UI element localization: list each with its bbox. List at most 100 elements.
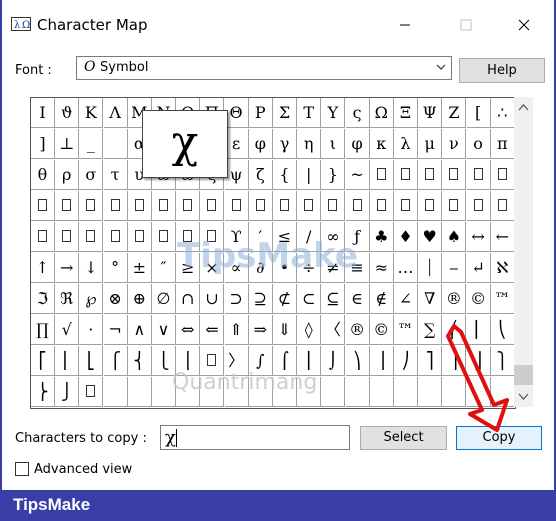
character-cell[interactable]: ⊂ [297,284,322,314]
character-cell[interactable] [103,129,128,159]
character-cell[interactable]: ∩ [176,284,201,314]
character-cell[interactable] [442,191,467,221]
character-cell[interactable]: _ [79,129,104,159]
character-cell[interactable]: Θ [224,98,249,128]
character-cell[interactable] [273,191,297,221]
character-cell[interactable]: ™ [394,315,418,345]
character-cell[interactable]: ⎟ [369,346,394,376]
character-cell[interactable]: ⇒ [248,315,273,345]
maximize-icon[interactable] [443,10,489,40]
character-cell[interactable]: ∑ [418,315,443,345]
character-cell[interactable]: κ [369,129,394,159]
character-cell[interactable]: ν [442,129,467,159]
character-cell[interactable]: ϑ [55,98,80,128]
character-cell[interactable]: ℑ [31,284,55,314]
character-cell[interactable]: Σ [273,98,297,128]
character-cell[interactable]: ◊ [297,315,322,345]
character-cell[interactable]: ⇔ [176,315,201,345]
character-cell[interactable]: ⋅ [79,315,104,345]
character-cell[interactable]: ⎧ [103,346,128,376]
character-cell[interactable]: ⎥ [442,346,467,376]
character-cell[interactable]: ⇑ [224,315,249,345]
character-cell[interactable]: ⇓ [273,315,297,345]
character-cell[interactable] [394,191,418,221]
character-cell[interactable]: ↓ [79,253,104,283]
character-cell[interactable]: ∴ [490,98,515,128]
character-cell[interactable]: φ [248,129,273,159]
character-cell[interactable]: ~ [345,160,370,190]
character-cell[interactable]: ® [442,284,467,314]
character-cell[interactable]: ψ [224,160,249,190]
character-cell[interactable]: ↑ [31,253,55,283]
scroll-down-icon[interactable] [518,393,529,401]
font-dropdown[interactable]: O Symbol [76,56,452,80]
character-cell[interactable]: λ [394,129,418,159]
character-cell[interactable]: ⎛ [442,315,467,345]
help-button[interactable]: Help [459,58,545,83]
character-cell[interactable] [442,377,467,407]
character-cell[interactable] [31,191,55,221]
character-cell[interactable]: ⊄ [273,284,297,314]
character-cell[interactable]: ⎢ [55,346,80,376]
character-cell[interactable]: γ [273,129,297,159]
character-cell[interactable] [127,191,152,221]
character-cell[interactable]: ο [466,129,491,159]
character-cell[interactable]: ¬ [103,315,128,345]
character-cell[interactable] [127,222,152,252]
character-cell[interactable]: ⎯ [442,253,467,283]
character-cell[interactable] [297,191,322,221]
character-cell[interactable]: ∧ [127,315,152,345]
character-cell[interactable] [466,191,491,221]
character-cell[interactable]: ⇐ [200,315,225,345]
character-cell[interactable] [321,377,346,407]
character-cell[interactable] [418,160,443,190]
grid-scrollbar[interactable] [514,97,533,407]
character-cell[interactable] [418,377,443,407]
character-cell[interactable]: ⎭ [55,377,80,407]
character-cell[interactable]: Ψ [418,98,443,128]
character-cell[interactable]: ⊃ [224,284,249,314]
character-cell[interactable]: ♥ [418,222,443,252]
character-cell[interactable]: θ [31,160,55,190]
character-cell[interactable]: Ξ [394,98,418,128]
character-cell[interactable] [369,377,394,407]
scroll-thumb[interactable] [514,365,533,385]
character-cell[interactable]: Κ [79,98,104,128]
character-cell[interactable]: ♦ [394,222,418,252]
character-cell[interactable] [103,377,128,407]
character-cell[interactable]: ≈ [369,253,394,283]
character-cell[interactable]: [ [466,98,491,128]
character-cell[interactable]: ℜ [55,284,80,314]
character-cell[interactable]: ℘ [79,284,104,314]
characters-to-copy-field[interactable]: χ [160,425,350,450]
character-cell[interactable] [394,377,418,407]
character-cell[interactable] [369,160,394,190]
character-cell[interactable] [369,191,394,221]
character-cell[interactable]: ⎦ [466,346,491,376]
character-cell[interactable] [418,191,443,221]
character-cell[interactable]: ⊇ [248,284,273,314]
character-cell[interactable]: ς [345,98,370,128]
character-cell[interactable]: σ [79,160,104,190]
character-cell[interactable]: ρ [55,160,80,190]
character-cell[interactable]: ℵ [490,253,515,283]
character-cell[interactable] [79,191,104,221]
character-cell[interactable]: ↵ [466,253,491,283]
character-cell[interactable]: ε [224,129,249,159]
character-cell[interactable] [490,160,515,190]
character-cell[interactable]: ° [103,253,128,283]
character-cell[interactable] [127,377,152,407]
character-cell[interactable]: ⎫ [490,346,515,376]
character-cell[interactable]: Τ [297,98,322,128]
character-cell[interactable] [152,191,176,221]
character-cell[interactable] [31,222,55,252]
character-cell[interactable]: ⊗ [103,284,128,314]
character-cell[interactable]: ∇ [418,284,443,314]
character-cell[interactable]: 〈 [321,315,346,345]
character-cell[interactable]: { [273,160,297,190]
character-cell[interactable] [394,160,418,190]
character-cell[interactable]: … [394,253,418,283]
character-cell[interactable]: © [369,315,394,345]
character-cell[interactable]: ⎝ [490,315,515,345]
character-cell[interactable]: Ζ [442,98,467,128]
